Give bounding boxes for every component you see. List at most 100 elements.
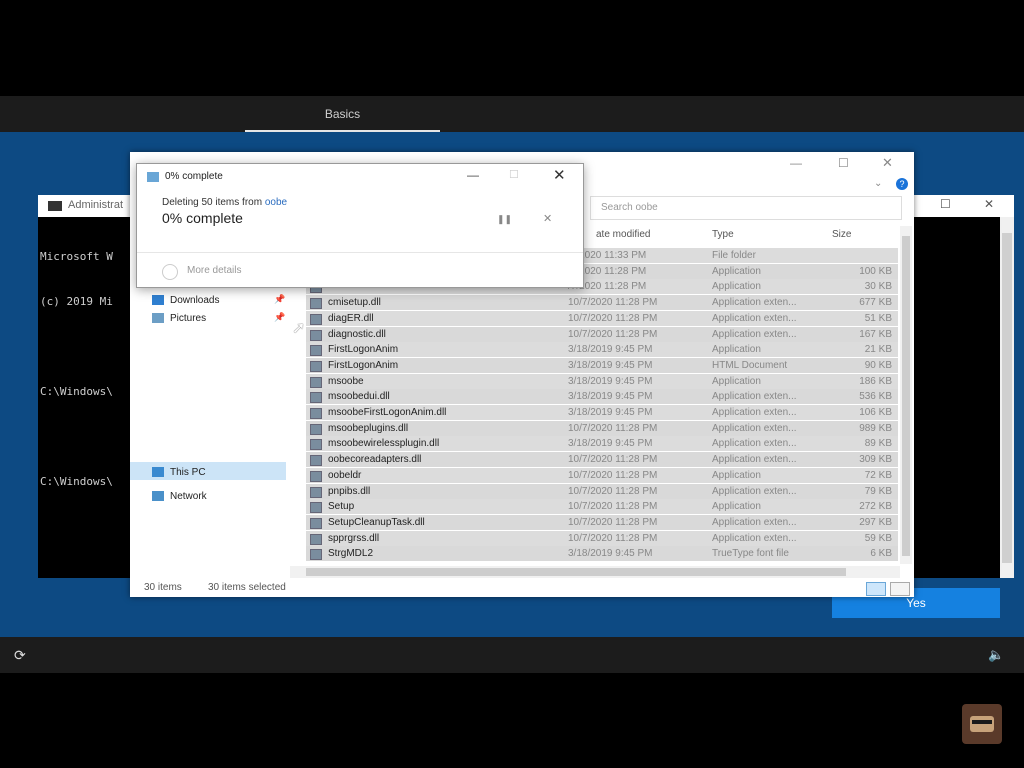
file-size: 6 KB <box>870 548 892 560</box>
pin-icon[interactable]: 📌 <box>274 312 285 323</box>
table-row[interactable]: FirstLogonAnim 3/18/2019 9:45 PM HTML Docu… <box>306 357 898 373</box>
table-row[interactable]: StrgMDL2 3/18/2019 9:45 PM TrueType font f… <box>306 546 898 562</box>
table-row[interactable]: FirstLogonAnim 3/18/2019 9:45 PM Applicati… <box>306 342 898 358</box>
close-icon[interactable]: ✕ <box>882 155 896 171</box>
file-icon <box>310 423 322 435</box>
close-icon[interactable]: ✕ <box>553 166 566 184</box>
file-date: 10/7/2020 11:28 PM <box>568 297 658 309</box>
nav-item-downloads[interactable]: Downloads <box>152 292 219 308</box>
column-type[interactable]: Type <box>712 229 734 240</box>
maximize-icon[interactable]: ☐ <box>940 197 956 213</box>
table-row[interactable]: Setup 10/7/2020 11:28 PM Application 272 KB <box>306 499 898 515</box>
table-row[interactable]: msoobe 3/18/2019 9:45 PM Application 186 KB <box>306 373 898 389</box>
ribbon-expand-icon[interactable]: ⌄ <box>874 178 882 189</box>
file-type: Application exten... <box>712 532 797 544</box>
more-details-button[interactable]: More details <box>187 265 241 276</box>
file-icon <box>310 549 322 561</box>
file-size: 100 KB <box>859 265 892 277</box>
cmd-line <box>40 429 113 444</box>
expand-icon[interactable] <box>162 264 178 280</box>
file-date: 10/7/2020 11:28 PM <box>568 469 658 481</box>
file-type: Application <box>712 375 761 387</box>
cancel-icon[interactable]: ✕ <box>543 212 552 225</box>
ease-of-access-icon[interactable]: ⟳ <box>14 647 32 663</box>
column-date-modified[interactable]: ate modified <box>596 229 650 240</box>
file-icon <box>310 408 322 419</box>
file-date: 3/18/2019 9:45 PM <box>568 438 653 450</box>
file-icon <box>310 439 322 451</box>
file-date: 10/7/2020 11:28 PM <box>568 501 658 513</box>
table-row[interactable]: oobeldr 10/7/2020 11:28 PM Application 72 K… <box>306 467 898 483</box>
table-row[interactable]: pnpibs.dll 10/7/2020 11:28 PM Application … <box>306 483 898 499</box>
file-name: cmisetup.dll <box>328 297 381 309</box>
file-date: 10/7/2020 11:28 PM <box>568 516 658 528</box>
file-date: 3/18/2019 9:45 PM <box>568 548 653 560</box>
nav-item-this-pc[interactable]: This PC <box>152 464 206 480</box>
file-date: 3/18/2019 9:45 PM <box>568 375 653 387</box>
cmd-line <box>40 339 113 354</box>
table-row[interactable]: diagER.dll 10/7/2020 11:28 PM Application … <box>306 310 898 326</box>
vertical-scroll-thumb[interactable] <box>902 236 910 556</box>
network-icon <box>152 491 164 501</box>
nav-item-pictures[interactable]: Pictures <box>152 310 206 326</box>
source-folder-link[interactable]: oobe <box>265 197 287 208</box>
horizontal-scroll-thumb[interactable] <box>306 568 846 576</box>
file-date: 10/7/2020 11:28 PM <box>568 532 658 544</box>
file-size: 309 KB <box>859 454 892 466</box>
file-date: 10/7/2020 11:28 PM <box>568 454 658 466</box>
table-row[interactable]: diagnostic.dll 10/7/2020 11:28 PM Applicat… <box>306 326 898 342</box>
maximize-icon[interactable]: ☐ <box>838 156 852 170</box>
search-input[interactable]: Search oobe <box>590 196 902 220</box>
cmd-scrollbar[interactable] <box>1000 217 1014 578</box>
help-icon[interactable]: ? <box>896 178 908 190</box>
file-type: TrueType font file <box>712 548 789 560</box>
file-icon <box>310 533 322 545</box>
file-name: msoobeplugins.dll <box>328 422 409 434</box>
table-row[interactable]: msoobewirelessplugin.dll 3/18/2019 9:45 P… <box>306 436 898 452</box>
file-type: Application <box>712 469 761 481</box>
nav-item-network[interactable]: Network <box>152 488 207 504</box>
table-row[interactable]: msoobedui.dll 3/18/2019 9:45 PM Applicatio… <box>306 389 898 405</box>
tab-basics[interactable]: Basics <box>245 96 440 132</box>
file-date: 10/7/2020 11:28 PM <box>568 312 658 324</box>
file-type: Application <box>712 281 761 293</box>
minimize-icon[interactable]: — <box>467 168 479 182</box>
table-row[interactable]: msoobeFirstLogonAnim.dll 3/18/2019 9:45 P… <box>306 405 898 420</box>
file-type: Application <box>712 265 761 277</box>
file-type: Application exten... <box>712 391 797 403</box>
pictures-icon <box>152 313 164 323</box>
download-icon <box>152 295 164 305</box>
details-view-icon[interactable] <box>866 582 886 596</box>
file-name: StrgMDL2 <box>328 548 374 560</box>
volume-icon[interactable]: 🔈 <box>988 647 1006 663</box>
column-size[interactable]: Size <box>832 229 851 240</box>
file-icon <box>310 392 322 404</box>
mouse-cursor-icon: ➚ <box>292 320 306 337</box>
table-row[interactable]: msoobeplugins.dll 10/7/2020 11:28 PM Appli… <box>306 420 898 436</box>
cmd-title: Administrat <box>68 199 124 211</box>
minimize-icon[interactable]: — <box>790 156 804 170</box>
pause-icon[interactable]: ❚❚ <box>497 214 512 225</box>
table-row[interactable]: spprgrss.dll 10/7/2020 11:28 PM Applicatio… <box>306 530 898 546</box>
file-size: 59 KB <box>864 532 892 544</box>
cmd-line: (c) 2019 Mi <box>40 295 113 308</box>
cmd-scroll-thumb[interactable] <box>1002 233 1012 563</box>
close-icon[interactable]: ✕ <box>984 197 1000 213</box>
file-size: 51 KB <box>864 312 892 324</box>
large-icons-view-icon[interactable] <box>890 582 910 596</box>
file-icon <box>310 517 322 529</box>
vertical-scrollbar[interactable] <box>900 226 912 564</box>
horizontal-scrollbar[interactable] <box>290 566 900 578</box>
file-type: Application exten... <box>712 297 797 309</box>
table-row[interactable]: oobecoreadapters.dll 10/7/2020 11:28 PM Ap… <box>306 452 898 468</box>
pin-icon[interactable]: 📌 <box>274 294 285 305</box>
table-row[interactable]: SetupCleanupTask.dll 10/7/2020 11:28 PM Ap… <box>306 514 898 530</box>
file-type: Application exten... <box>712 485 797 497</box>
cmd-line: C:\Windows\ <box>40 385 113 398</box>
file-name: msoobe <box>328 375 364 387</box>
file-icon <box>310 455 322 467</box>
file-date: 10/7/2020 11:28 PM <box>568 485 658 497</box>
file-type: Application exten... <box>712 438 797 450</box>
divider <box>137 252 583 253</box>
table-row[interactable]: cmisetup.dll 10/7/2020 11:28 PM Applicatio… <box>306 295 898 311</box>
